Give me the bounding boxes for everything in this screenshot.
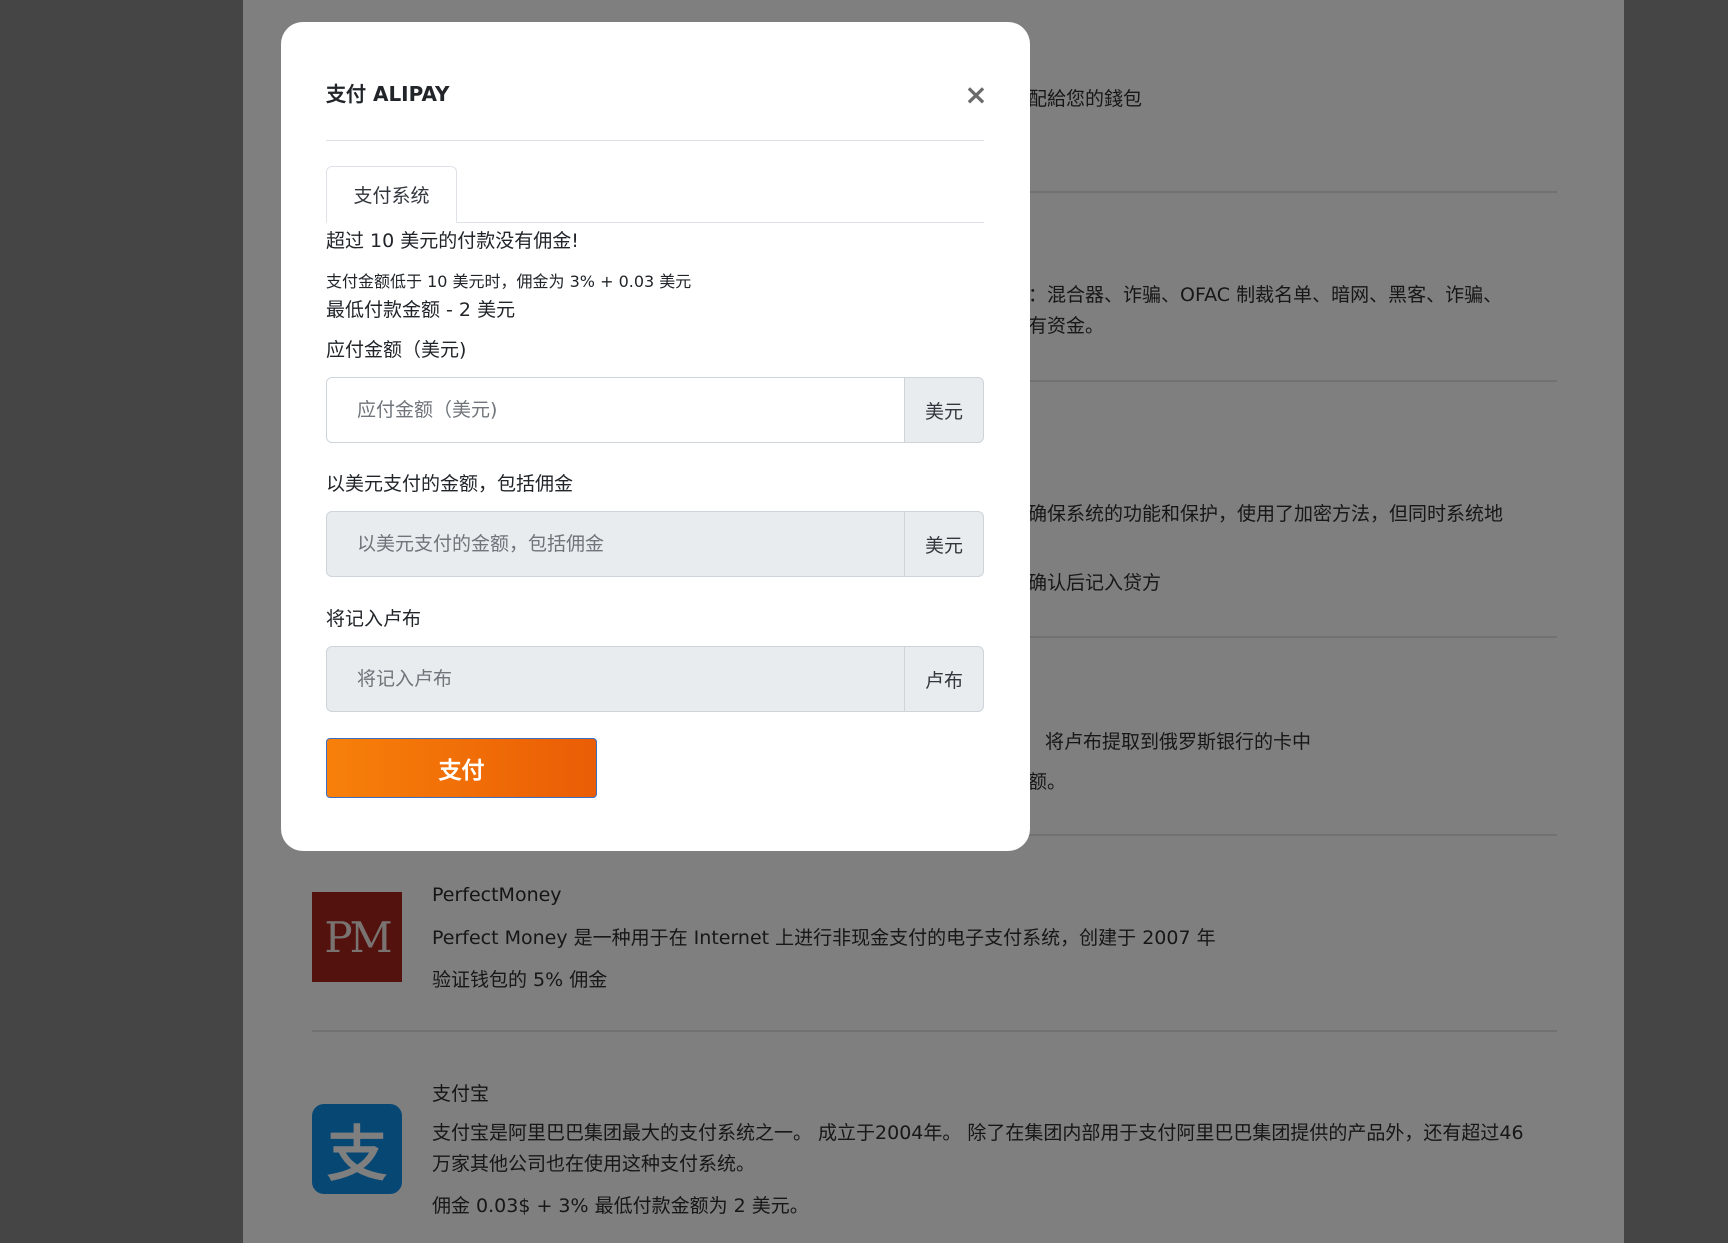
- amount-currency-addon: 美元: [904, 377, 984, 443]
- total-currency-addon: 美元: [904, 511, 984, 577]
- payment-modal: 支付 ALIPAY × 支付系统 超过 10 美元的付款没有佣金! 支付金额低于…: [281, 22, 1030, 851]
- commission-note: 支付金额低于 10 美元时，佣金为 3% + 0.03 美元: [326, 272, 692, 291]
- pay-button[interactable]: 支付: [326, 738, 597, 798]
- no-commission-notice: 超过 10 美元的付款没有佣金!: [326, 230, 579, 252]
- rub-currency-addon: 卢布: [904, 646, 984, 712]
- rub-input-group: 卢布: [326, 646, 984, 712]
- rub-label: 将记入卢布: [326, 608, 422, 630]
- amount-input[interactable]: [326, 377, 905, 443]
- modal-title: 支付 ALIPAY: [326, 82, 450, 106]
- amount-label: 应付金额（美元): [326, 339, 467, 361]
- tab-payment-system[interactable]: 支付系统: [326, 166, 457, 223]
- modal-header-divider: [326, 140, 984, 141]
- total-input-group: 美元: [326, 511, 984, 577]
- total-input: [326, 511, 905, 577]
- amount-input-group: 美元: [326, 377, 984, 443]
- total-label: 以美元支付的金额，包括佣金: [326, 473, 574, 495]
- min-amount-note: 最低付款金额 - 2 美元: [326, 299, 516, 321]
- close-icon[interactable]: ×: [963, 81, 989, 109]
- rub-input: [326, 646, 905, 712]
